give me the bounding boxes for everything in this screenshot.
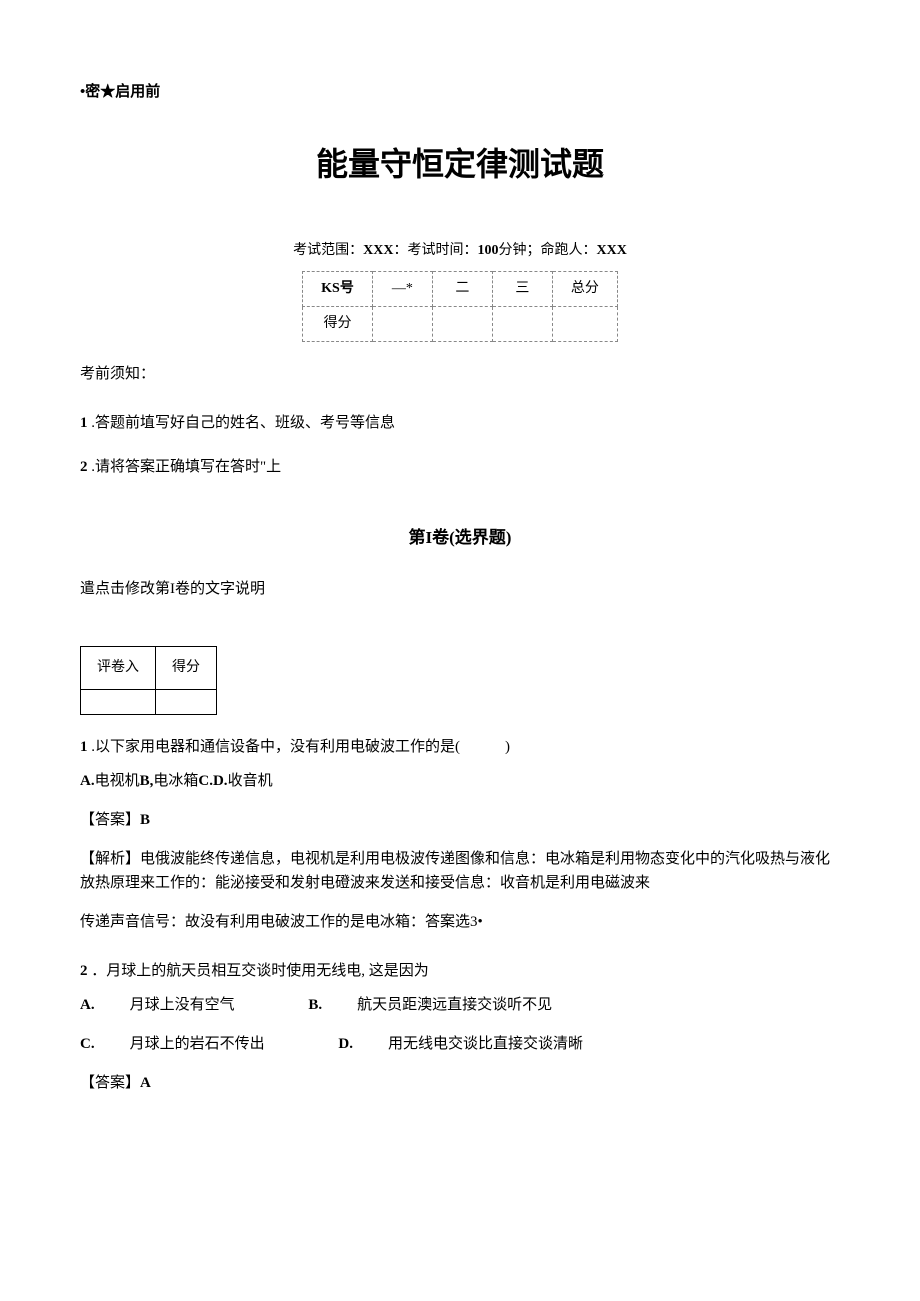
grader-cell <box>81 689 156 714</box>
question-num: 2 <box>80 963 88 979</box>
question-1-subtext: 传递声音信号：故没有利用电破波工作的是电冰箱：答案选3• <box>80 910 840 934</box>
notice-num: 2 <box>80 459 88 475</box>
exam-info-range: XXX <box>363 243 393 258</box>
answer-value: B <box>140 812 150 828</box>
question-2-options-row2: C. 月球上的岩石不传出 D. 用无线电交谈比直接交谈清晰 <box>80 1032 840 1056</box>
page-title: 能量守恒定律测试题 <box>80 139 840 190</box>
grader-table: 评卷入 得分 <box>80 646 217 715</box>
question-1-explanation: 【解析】电俄波能终传递信息，电视机是利用电极波传递图像和信息：电冰箱是利用物态变… <box>80 847 840 895</box>
exam-info-sep1: ：考试时间： <box>394 243 478 258</box>
table-row: 得分 <box>303 306 618 341</box>
notice-num: 1 <box>80 415 88 431</box>
grader-cell: 得分 <box>156 646 217 689</box>
table-row: 评卷入 得分 <box>81 646 217 689</box>
score-table-cell: 三 <box>492 271 552 306</box>
score-table-cell <box>492 306 552 341</box>
grader-cell: 评卷入 <box>81 646 156 689</box>
question-text: ．月球上的航天员相互交谈时使用无线电, 这是因为 <box>91 963 429 979</box>
score-table-cell: 二 <box>432 271 492 306</box>
question-num: 1 <box>80 739 88 755</box>
exam-info-author: XXX <box>597 243 627 258</box>
option-label-c: C. <box>80 1032 95 1056</box>
option-a-text: 电视机 <box>95 773 140 789</box>
explanation-label: 【解析】 <box>80 851 140 867</box>
option-label-b: B, <box>140 773 154 789</box>
answer-label: 【答案】 <box>80 1075 140 1091</box>
confidential-mark: •密★启用前 <box>80 80 840 104</box>
option-d-text: 用无线电交谈比直接交谈清晰 <box>388 1032 583 1056</box>
score-table-cell: 总分 <box>552 271 617 306</box>
notice-item: 1 .答题前埴写好自己的姓名、班级、考号等信息 <box>80 411 840 435</box>
question-1-options: A.电视机B,电冰箱C.D.收音机 <box>80 769 840 793</box>
option-c-text: 月球上的岩石不传出 <box>130 1032 265 1056</box>
option-label-a: A. <box>80 773 95 789</box>
exam-info-minutes: 分钟；命跑人： <box>499 243 597 258</box>
answer-label: 【答案】 <box>80 812 140 828</box>
exam-info: 考试范围：XXX：考试时间：100分钟；命跑人：XXX <box>80 240 840 262</box>
explanation-text: 电俄波能终传递信息，电视机是利用电极波传递图像和信息：电冰箱是利用物态变化中的汽… <box>80 851 830 891</box>
question-2-options-row1: A. 月球上没有空气 B. 航天员距澳远直接交谈听不见 <box>80 993 840 1017</box>
notice-text: .答题前埴写好自己的姓名、班级、考号等信息 <box>91 415 395 431</box>
question-1: 1 .以下家用电器和通信设备中，没有利用电破波工作的是( ) <box>80 735 840 759</box>
exam-info-prefix: 考试范围： <box>293 243 363 258</box>
option-label-b: B. <box>308 993 322 1017</box>
question-1-answer: 【答案】B <box>80 808 840 832</box>
question-2: 2 ．月球上的航天员相互交谈时使用无线电, 这是因为 <box>80 959 840 983</box>
option-b-text: 航天员距澳远直接交谈听不见 <box>357 993 552 1017</box>
notice-item: 2 .请将答案正确填写在答时"上 <box>80 455 840 479</box>
option-a-text: 月球上没有空气 <box>130 993 235 1017</box>
score-table: KS号 —* 二 三 总分 得分 <box>302 271 618 343</box>
section-description: 遣点击修改第I卷的文字说明 <box>80 577 840 601</box>
question-text: .以下家用电器和通信设备中，没有利用电破波工作的是( ) <box>91 739 510 755</box>
answer-value: A <box>140 1075 151 1091</box>
table-row: KS号 —* 二 三 总分 <box>303 271 618 306</box>
table-row <box>81 689 217 714</box>
score-table-cell: 得分 <box>303 306 373 341</box>
score-table-cell: KS号 <box>303 271 373 306</box>
notice-text: .请将答案正确填写在答时"上 <box>91 459 281 475</box>
question-2-answer: 【答案】A <box>80 1071 840 1095</box>
score-table-cell <box>372 306 432 341</box>
score-table-cell: —* <box>372 271 432 306</box>
score-table-cell <box>432 306 492 341</box>
option-cd-text: 收音机 <box>228 773 273 789</box>
option-label-a: A. <box>80 993 95 1017</box>
option-label-cd: C.D. <box>198 773 227 789</box>
option-label-d: D. <box>338 1032 353 1056</box>
grader-cell <box>156 689 217 714</box>
exam-info-time: 100 <box>478 243 499 258</box>
score-table-cell <box>552 306 617 341</box>
section-title: 第I卷(选界题) <box>80 524 840 551</box>
notice-title: 考前须知： <box>80 362 840 386</box>
option-b-text: 电冰箱 <box>153 773 198 789</box>
